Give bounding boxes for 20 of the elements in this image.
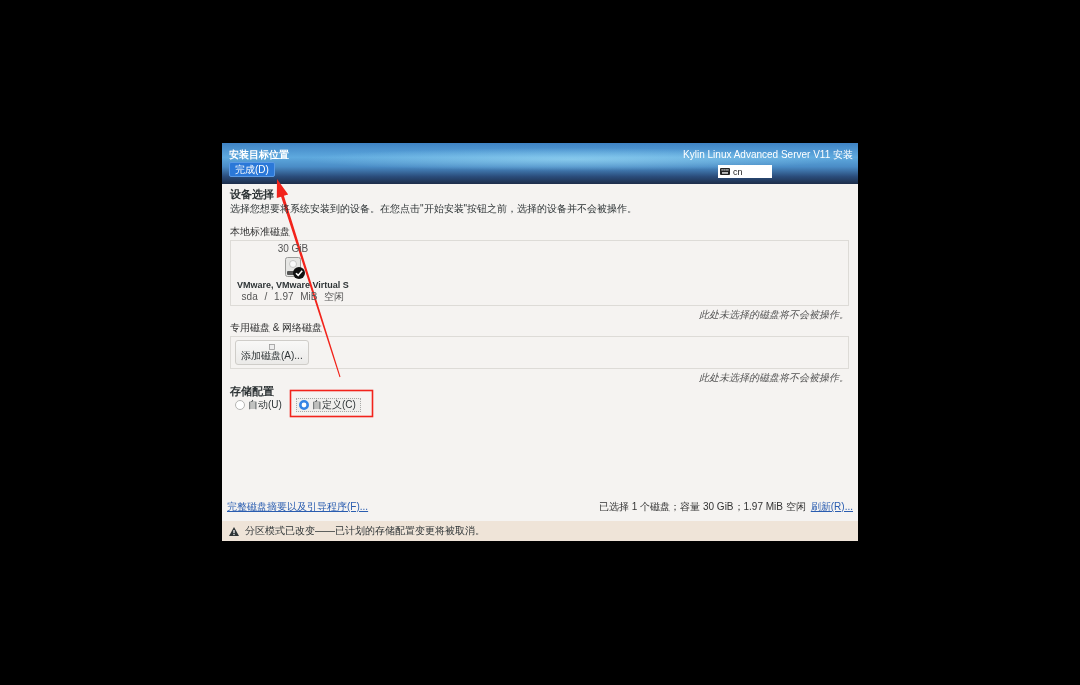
summary-link[interactable]: 完整磁盘摘要以及引导程序(F)... [227, 501, 369, 513]
warning-text: 分区模式已改变——已计划的存储配置变更将被取消。 [245, 525, 485, 537]
disk-name: VMware, VMware Virtual S [237, 279, 349, 291]
done-button[interactable]: 完成(D) [229, 162, 275, 177]
window-title: 安装目标位置 [229, 149, 289, 161]
section-heading: 设备选择 [230, 187, 274, 201]
refresh-link[interactable]: 刷新(R)... [810, 501, 853, 513]
selection-status: 已选择 1 个磁盘；容量 30 GiB；1.97 MiB 空闲 [599, 501, 806, 513]
section-heading: 存储配置 [230, 385, 274, 398]
info-note: 此处未选择的磁盘将不会被操作。 [699, 309, 849, 321]
info-note: 此处未选择的磁盘将不会被操作。 [699, 372, 849, 384]
product-title: Kylin Linux Advanced Server V11 安装 [683, 149, 853, 161]
warning-icon [229, 526, 239, 536]
radio-option[interactable]: 自定义(C) [296, 398, 361, 412]
keyboard-icon [720, 168, 730, 175]
add-disk-button[interactable]: 添加磁盘(A)... [235, 340, 309, 365]
section-label: 本地标准磁盘 [230, 226, 290, 238]
radio-option[interactable]: 自动(U) [232, 398, 296, 412]
section-label: 专用磁盘 & 网络磁盘 [230, 322, 323, 334]
keyboard-layout-field[interactable]: cn [718, 165, 772, 178]
